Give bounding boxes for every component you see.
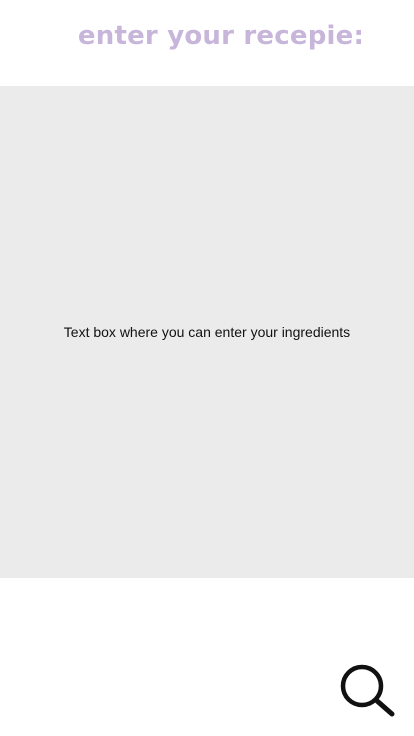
search-icon [340,664,395,717]
ingredients-text-box[interactable]: Text box where you can enter your ingred… [0,86,414,578]
page-title: enter your recepie: [0,18,414,54]
search-button[interactable] [338,662,398,718]
page-title-text: enter your recepie: [77,21,365,51]
ingredients-placeholder: Text box where you can enter your ingred… [63,324,351,340]
